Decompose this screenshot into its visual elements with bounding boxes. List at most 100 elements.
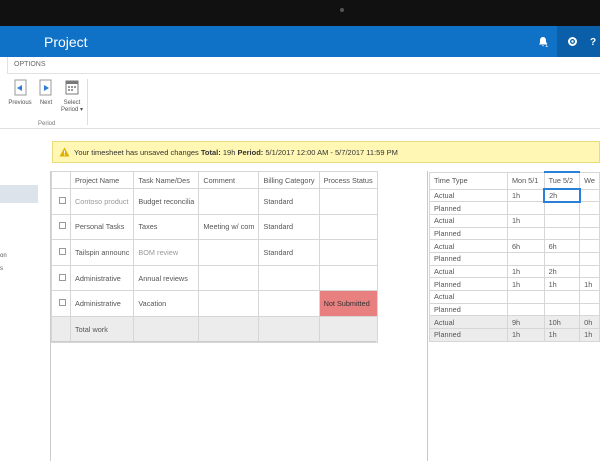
next-label: Next [39,100,53,106]
hours-cell[interactable]: 1h [543,277,581,291]
hours-cell[interactable]: 1h [506,188,545,203]
select-period-button[interactable]: Select Period ▾ [60,79,84,113]
hours-cell[interactable]: 1h [579,277,600,291]
task-name-header[interactable]: Task Name/Des [133,171,200,189]
table-row[interactable]: Contoso product Budget reconcilia Standa… [51,188,378,215]
task-cell[interactable]: Vacation [133,290,200,317]
comment-header[interactable]: Comment [198,171,260,189]
nav-item-text[interactable]: on [0,253,7,259]
row-checkbox-cell[interactable] [51,290,71,317]
hours-cell[interactable]: 2h [543,264,581,279]
tab-timesheet[interactable] [0,57,8,74]
row-checkbox[interactable] [59,273,66,281]
hours-cell[interactable] [579,213,600,228]
total-work-row: Total work [51,315,378,343]
time-entry-row: Actual 6h 6h [429,239,600,253]
billing-cell[interactable] [258,290,320,317]
ribbon-tabs: OPTIONS [0,57,600,74]
hours-cell[interactable] [543,226,581,241]
hours-cell[interactable]: 6h [543,239,581,253]
hours-cell[interactable] [579,251,600,266]
row-checkbox-cell[interactable] [51,264,71,292]
billing-cell[interactable]: Standard [258,188,320,215]
hours-cell[interactable] [506,302,545,317]
table-row[interactable]: Administrative Vacation Not Submitted [51,290,378,317]
row-checkbox-cell[interactable] [51,213,71,241]
hours-cell[interactable] [543,251,581,266]
totals-row: Planned 1h 1h 1h [429,328,600,342]
task-cell[interactable]: Budget reconcilia [133,188,200,215]
grid-splitter[interactable] [427,171,428,461]
hours-cell[interactable] [506,290,545,304]
hours-cell[interactable] [543,213,581,228]
calendar-icon [64,79,80,97]
previous-period-button[interactable]: Previous [8,79,32,106]
notifications-button[interactable]: 1 [528,26,558,57]
process-status-header[interactable]: Process Status [318,171,378,189]
hours-cell[interactable] [579,302,600,317]
row-checkbox[interactable] [59,299,66,307]
billing-cell[interactable]: Standard [258,213,320,241]
camera-dot [340,8,344,12]
billing-category-header[interactable]: Billing Category [258,171,320,189]
project-cell[interactable]: Tailspin announc [69,239,135,266]
next-period-button[interactable]: Next [34,79,58,106]
project-cell[interactable]: Administrative [69,290,135,317]
hours-cell[interactable] [579,188,600,203]
hours-cell[interactable] [543,201,581,215]
hours-cell[interactable] [579,290,600,304]
task-cell[interactable]: Taxes [133,213,200,241]
question-icon: ? [589,37,597,48]
project-name-header[interactable]: Project Name [69,171,135,189]
task-cell[interactable]: Annual reviews [133,264,200,292]
time-type-header: Time Type [429,171,508,190]
warning-icon [59,147,70,157]
hours-cell[interactable] [506,251,545,266]
time-entry-row: Planned [429,302,600,317]
table-row[interactable]: Administrative Annual reviews [51,264,378,292]
nav-item-text[interactable]: s [0,266,3,272]
table-row[interactable]: Personal Tasks Taxes Meeting w/ com Stan… [51,213,378,241]
time-type-cell: Planned [429,277,508,291]
project-cell[interactable]: Administrative [69,264,135,292]
task-cell[interactable]: BOM review [133,239,200,266]
hours-cell[interactable]: 2h [543,188,581,203]
help-button[interactable]: ? [586,26,600,57]
comment-cell[interactable] [198,290,260,317]
left-navigation: on s [0,130,38,461]
hours-cell[interactable] [579,226,600,241]
tab-options[interactable]: OPTIONS [14,61,46,68]
comment-cell[interactable] [198,239,260,266]
billing-cell[interactable] [258,264,320,292]
hours-cell[interactable]: 1h [506,277,545,291]
hours-cell[interactable] [579,264,600,279]
hours-cell[interactable] [543,290,581,304]
next-icon [38,79,54,97]
hours-cell[interactable]: 1h [506,213,545,228]
row-checkbox[interactable] [59,222,66,230]
settings-button[interactable] [557,26,587,57]
time-entry-grid: Time Type Mon 5/1 Tue 5/2 We Actual 1h 2h P… [429,171,600,461]
comment-cell[interactable] [198,264,260,292]
hours-cell[interactable]: 6h [506,239,545,253]
hours-cell[interactable]: 1h [506,264,545,279]
row-checkbox[interactable] [59,247,66,255]
project-cell[interactable]: Personal Tasks [69,213,135,241]
row-checkbox-cell[interactable] [51,239,71,266]
table-row[interactable]: Tailspin announc BOM review Standard [51,239,378,266]
comment-cell[interactable]: Meeting w/ com [198,213,260,241]
project-cell[interactable]: Contoso product [69,188,135,215]
row-checkbox-cell[interactable] [51,188,71,215]
hours-cell[interactable] [543,302,581,317]
hours-cell[interactable] [579,239,600,253]
nav-item-selected[interactable] [0,185,38,203]
hours-cell[interactable] [579,201,600,215]
suite-bar: Project 1 ? [0,26,600,57]
app-launcher-strip[interactable] [0,26,28,57]
hours-cell[interactable] [506,201,545,215]
row-checkbox[interactable] [59,196,66,204]
comment-cell[interactable] [198,188,260,215]
time-entry-table: Time Type Mon 5/1 Tue 5/2 We Actual 1h 2h P… [429,171,600,342]
billing-cell[interactable]: Standard [258,239,320,266]
hours-cell[interactable] [506,226,545,241]
